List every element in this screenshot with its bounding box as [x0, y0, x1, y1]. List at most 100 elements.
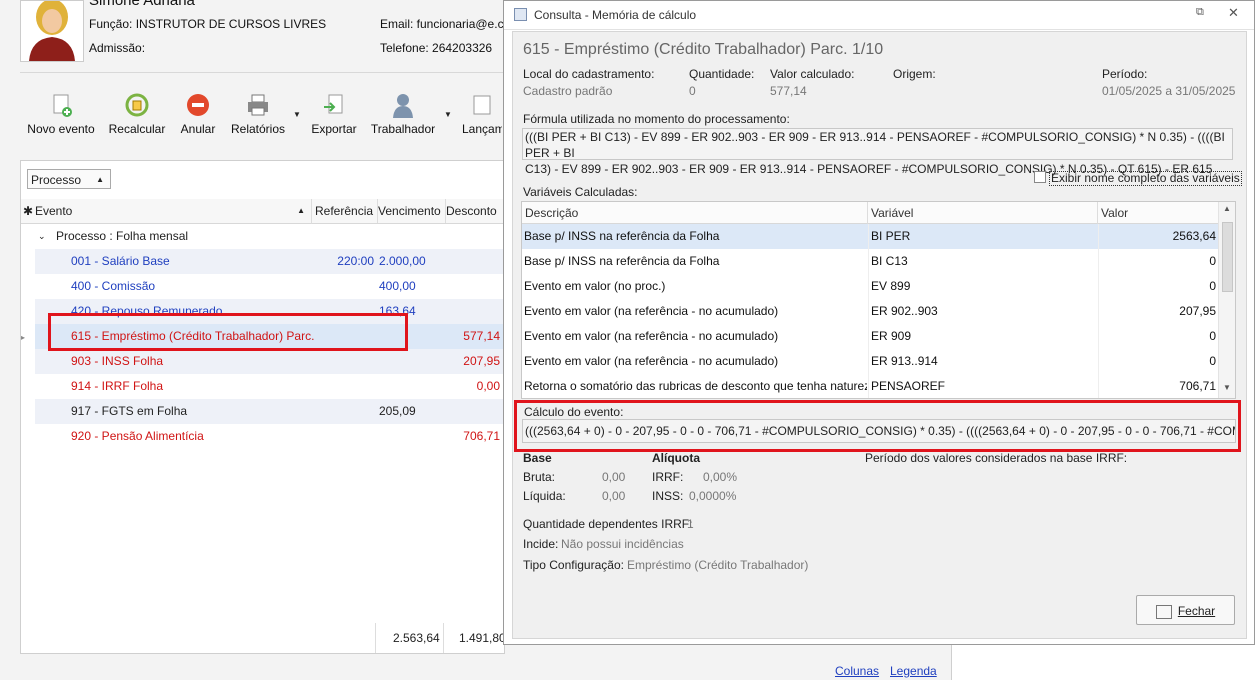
cell-descricao: Evento em valor (na referência - no acum… [524, 354, 779, 368]
restore-icon[interactable]: ⧉ [1196, 6, 1204, 19]
th-descricao[interactable]: Descrição [522, 202, 868, 224]
inss-label: INSS: [652, 489, 684, 503]
divider [1098, 374, 1099, 398]
relatorios-button[interactable]: Relatórios [229, 92, 287, 136]
dialog-heading: 615 - Empréstimo (Crédito Trabalhador) P… [523, 41, 884, 58]
liquida-label: Líquida: [523, 489, 566, 503]
table-row[interactable]: 914 - IRRF Folha 0,00 [35, 374, 504, 399]
group-label: Processo : Folha mensal [56, 229, 189, 243]
table-row[interactable]: Evento em valor (na referência - no acum… [522, 324, 1218, 349]
total-desconto: 1.491,80 [459, 631, 506, 645]
table-row[interactable]: Base p/ INSS na referência da Folha BI PE… [522, 224, 1218, 249]
sort-asc-icon: ▲ [297, 206, 305, 215]
novo-evento-label: Novo evento [27, 122, 95, 136]
incide-value: Não possui incidências [561, 537, 684, 551]
variaveis-label: Variáveis Calculadas: [523, 185, 638, 199]
group-by-select[interactable]: Processo ▲ [27, 169, 111, 189]
cell-valor: 0 [1209, 279, 1216, 293]
cell-referencia: 220:00 [337, 254, 374, 268]
highlight-box [48, 313, 408, 351]
cell-evento: 914 - IRRF Folha [71, 379, 164, 393]
aliquota-heading: Alíquota [652, 451, 700, 465]
quantidade-label: Quantidade: [689, 67, 755, 81]
col-evento[interactable]: Evento ▲ [35, 199, 312, 224]
chevron-down-icon: ▲ [96, 175, 104, 184]
dialog-title: Consulta - Memória de cálculo [534, 8, 697, 22]
base-heading: Base [523, 451, 552, 465]
col-vencimento[interactable]: Vencimento [375, 199, 446, 224]
cell-descricao: Retorna o somatório das rubricas de desc… [524, 379, 867, 393]
trabalhador-dropdown-icon[interactable]: ▼ [444, 110, 452, 119]
fechar-label: Fechar [1177, 604, 1216, 618]
lancamentos-button[interactable]: Lançam [462, 92, 502, 136]
variaveis-table: Descrição Variável Valor Base p/ INSS na… [521, 201, 1236, 399]
recalcular-button[interactable]: Recalcular [108, 92, 166, 136]
table-row[interactable]: 920 - Pensão Alimentícia 706,71 [35, 424, 504, 449]
tipo-label: Tipo Configuração: [523, 558, 624, 572]
cell-variavel: BI C13 [871, 254, 908, 268]
cell-desconto: 0,00 [476, 379, 500, 393]
table-row[interactable]: Evento em valor (no proc.) EV 899 0 [522, 274, 1218, 299]
cell-vencimento: 205,09 [379, 404, 416, 418]
window-icon [514, 8, 527, 21]
divider [375, 623, 376, 653]
group-row[interactable]: ⌄ Processo : Folha mensal [35, 224, 504, 249]
quantidade-value: 0 [689, 84, 696, 98]
dependentes-value: 1 [687, 517, 694, 531]
scroll-thumb[interactable] [1222, 222, 1233, 292]
table-row[interactable]: Base p/ INSS na referência da Folha BI C1… [522, 249, 1218, 274]
exibir-nome-label[interactable]: Exibir nome completo das variáveis [1049, 171, 1242, 186]
dependentes-label: Quantidade dependentes IRRF: [523, 517, 693, 531]
divider [20, 72, 503, 73]
total-vencimento: 2.563,64 [393, 631, 440, 645]
th-valor[interactable]: Valor [1098, 202, 1219, 224]
bruta-label: Bruta: [523, 470, 556, 484]
new-document-icon [48, 92, 74, 118]
formula-line-1: (((BI PER + BI C13) - EV 899 - ER 902..9… [525, 130, 1225, 160]
employee-admissao: Admissão: [89, 41, 146, 55]
fechar-button[interactable]: Fechar [1136, 595, 1235, 625]
scroll-up-icon[interactable]: ▲ [1223, 204, 1231, 213]
table-row[interactable]: Retorna o somatório das rubricas de desc… [522, 374, 1218, 398]
legenda-link[interactable]: Legenda [890, 664, 937, 678]
close-icon[interactable]: ✕ [1228, 5, 1239, 21]
formula-label: Fórmula utilizada no momento do processa… [523, 112, 790, 126]
exportar-button[interactable]: Exportar [310, 92, 358, 136]
lancamentos-label: Lançam [462, 122, 502, 136]
cell-variavel: ER 909 [871, 329, 912, 343]
formula-field[interactable]: (((BI PER + BI C13) - EV 899 - ER 902..9… [522, 128, 1233, 176]
exibir-nome-checkbox[interactable] [1034, 171, 1046, 183]
collapse-icon[interactable]: ⌄ [38, 224, 46, 249]
table-row[interactable]: 903 - INSS Folha 207,95 [35, 349, 504, 374]
col-desconto[interactable]: Desconto [443, 199, 507, 224]
cell-variavel: BI PER [871, 229, 911, 243]
scroll-down-icon[interactable]: ▼ [1223, 383, 1231, 392]
table-row[interactable]: 400 - Comissão 400,00 [35, 274, 504, 299]
cell-variavel: ER 902..903 [871, 304, 938, 318]
divider [443, 623, 444, 653]
trabalhador-button[interactable]: Trabalhador [370, 92, 436, 136]
cell-valor: 207,95 [1179, 304, 1216, 318]
table-row[interactable]: Evento em valor (na referência - no acum… [522, 299, 1218, 324]
table-row[interactable]: 001 - Salário Base 220:00 2.000,00 [35, 249, 504, 274]
periodo-value: 01/05/2025 a 31/05/2025 [1102, 84, 1236, 98]
cell-descricao: Evento em valor (na referência - no acum… [524, 304, 779, 318]
novo-evento-button[interactable]: Novo evento [26, 92, 96, 136]
divider [1098, 274, 1099, 299]
anular-label: Anular [180, 122, 216, 136]
vertical-scrollbar[interactable]: ▲ ▼ [1218, 202, 1235, 398]
relatorios-dropdown-icon[interactable]: ▼ [293, 110, 301, 119]
employee-email: Email: funcionaria@e.c [380, 17, 504, 31]
local-value: Cadastro padrão [523, 84, 613, 98]
cell-valor: 706,71 [1179, 379, 1216, 393]
th-variavel[interactable]: Variável [868, 202, 1098, 224]
cell-vencimento: 2.000,00 [379, 254, 426, 268]
anular-button[interactable]: Anular [178, 92, 218, 136]
table-row[interactable]: Evento em valor (na referência - no acum… [522, 349, 1218, 374]
periodo-irrf-label: Período dos valores considerados na base… [865, 451, 1128, 465]
table-row[interactable]: 917 - FGTS em Folha 205,09 [35, 399, 504, 424]
cell-valor: 0 [1209, 329, 1216, 343]
bruta-value: 0,00 [602, 470, 626, 484]
col-referencia[interactable]: Referência [312, 199, 378, 224]
colunas-link[interactable]: Colunas [835, 664, 879, 678]
